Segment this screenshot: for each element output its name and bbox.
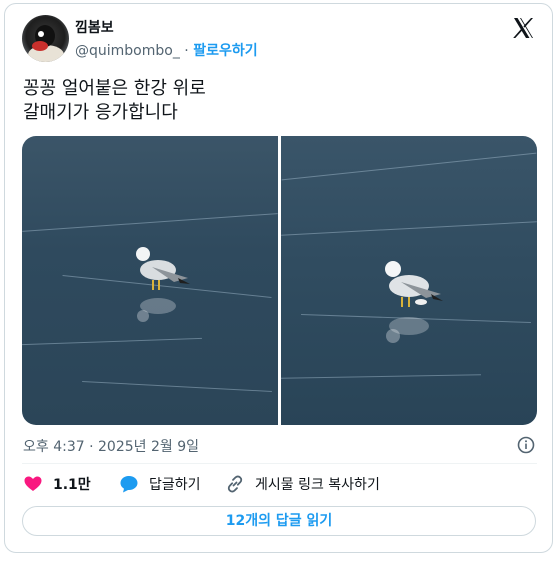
reply-label: 답글하기 xyxy=(149,477,201,493)
author-handle-row: @quimbombo_ · 팔로우하기 xyxy=(75,40,258,60)
follow-button[interactable]: 팔로우하기 xyxy=(193,43,257,59)
heart-icon xyxy=(24,476,42,491)
divider xyxy=(22,463,537,464)
separator-dot: · xyxy=(184,43,189,59)
link-icon xyxy=(227,475,243,493)
reply-button[interactable]: 답글하기 xyxy=(119,474,201,494)
info-icon[interactable] xyxy=(517,436,535,454)
copy-link-button[interactable]: 게시물 링크 복사하기 xyxy=(225,474,380,494)
like-button[interactable]: 1.1만 xyxy=(23,474,91,494)
author-handle[interactable]: @quimbombo_ xyxy=(75,43,180,59)
photo-grid xyxy=(22,136,537,425)
author-name[interactable]: 낌봄보 xyxy=(75,17,114,37)
like-count: 1.1만 xyxy=(53,477,91,493)
tweet-card: 낌봄보 @quimbombo_ · 팔로우하기 꽁꽁 얼어붙은 한강 위로 갈매… xyxy=(4,3,553,553)
read-replies-button[interactable]: 12개의 답글 읽기 xyxy=(22,506,536,536)
reply-bubble-icon xyxy=(120,476,138,493)
tweet-photo-2[interactable] xyxy=(281,136,537,425)
avatar[interactable] xyxy=(22,15,69,62)
tweet-timestamp[interactable]: 오후 4:37 · 2025년 2월 9일 xyxy=(23,436,199,456)
tweet-text: 꽁꽁 얼어붙은 한강 위로 갈매기가 응가합니다 xyxy=(23,78,206,123)
tweet-photo-1[interactable] xyxy=(22,136,278,425)
copy-link-label: 게시물 링크 복사하기 xyxy=(255,477,380,493)
x-logo-icon[interactable] xyxy=(511,16,535,40)
